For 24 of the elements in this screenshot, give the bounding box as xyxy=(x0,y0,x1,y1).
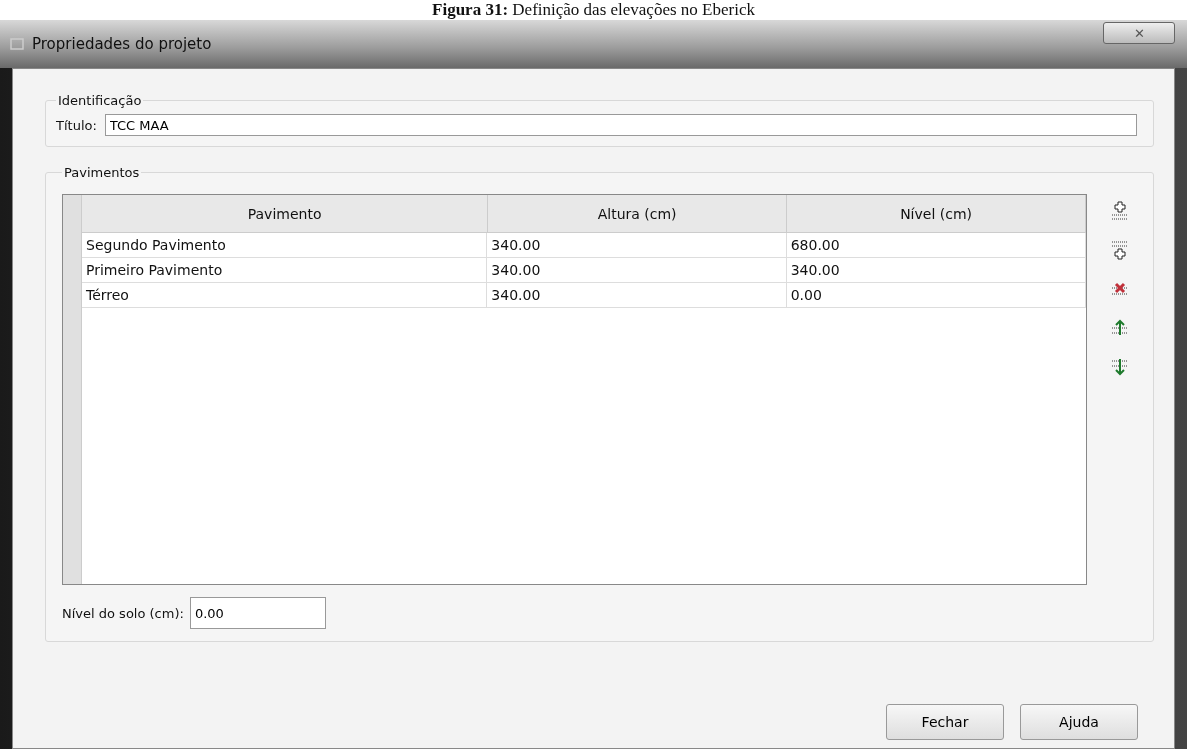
table-cell: Segundo Pavimento xyxy=(82,233,488,257)
table-cell: Primeiro Pavimento xyxy=(82,258,488,282)
table-cell: 680.00 xyxy=(786,233,1086,257)
title-field[interactable]: TCC MAA xyxy=(104,114,1137,136)
table-cell: Térreo xyxy=(82,283,488,307)
table-cell: 340.00 xyxy=(487,258,787,282)
dialog-button[interactable]: Fechar xyxy=(886,704,1004,740)
app-icon xyxy=(10,37,24,51)
field-label: Nível do solo (cm): xyxy=(62,605,184,621)
close-button[interactable]: ✕ xyxy=(1103,22,1175,44)
table-cell: 340.00 xyxy=(487,283,787,307)
column-header[interactable]: Pavimento xyxy=(82,195,489,232)
window-title: Propriedades do projeto xyxy=(32,35,212,53)
ground-level-field[interactable]: 0.00 xyxy=(189,597,326,629)
field-label: Título: xyxy=(56,117,97,133)
column-header[interactable]: Altura (cm) xyxy=(488,195,788,232)
group-title: Identificação xyxy=(57,93,143,108)
table-cell: 340.00 xyxy=(786,258,1086,282)
column-header[interactable]: Nível (cm) xyxy=(787,195,1086,232)
dialog-button[interactable]: Ajuda xyxy=(1020,704,1138,740)
figure-caption: Figura 31: Definição das elevações no Eberick xyxy=(432,0,755,20)
table-cell: 0.00 xyxy=(786,283,1086,307)
table-cell: 340.00 xyxy=(487,233,787,257)
group-title: Pavimentos xyxy=(63,165,141,180)
